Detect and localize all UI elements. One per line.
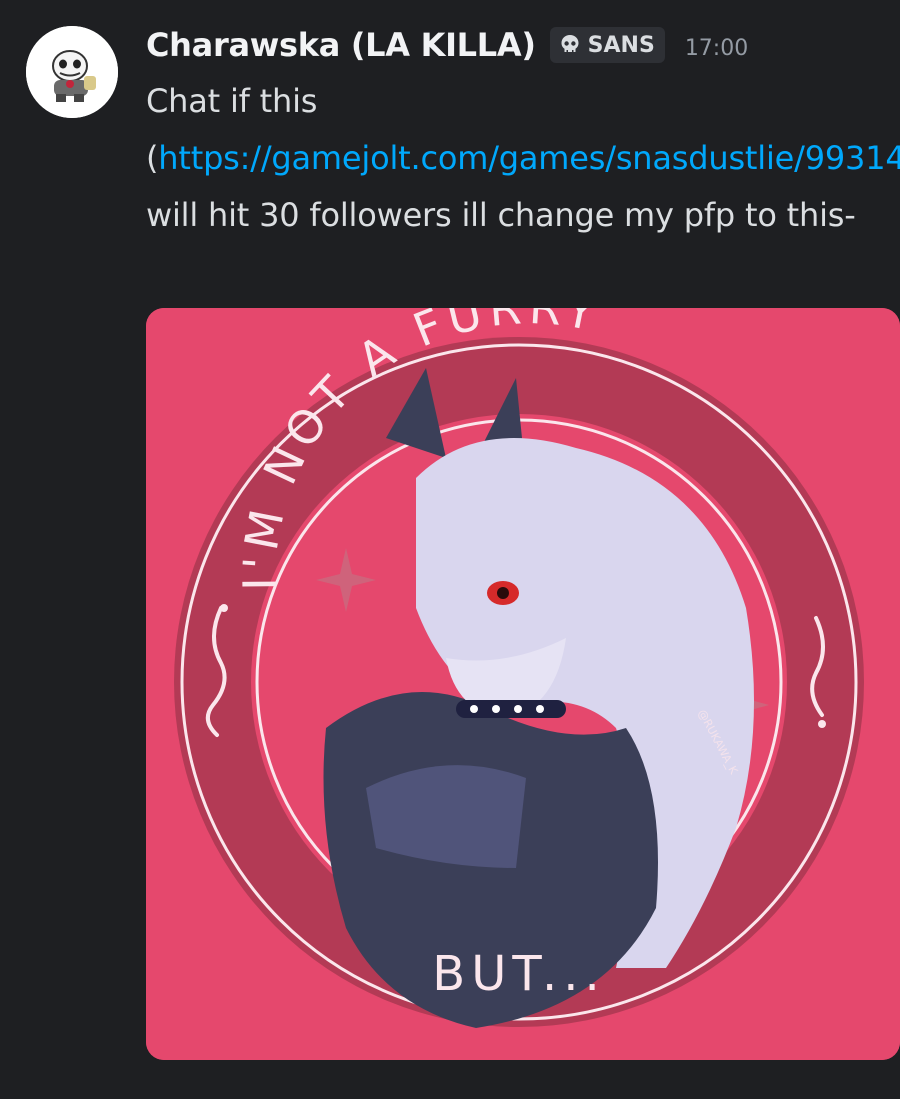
- skeleton-avatar-icon: [26, 26, 118, 118]
- game-link[interactable]: https://gamejolt.com/games/snasdustlie/9…: [158, 139, 900, 177]
- author-name[interactable]: Charawska (LA KILLA): [146, 26, 536, 64]
- message-header: Charawska (LA KILLA) SANS 17:00: [146, 22, 748, 68]
- server-tag-label: SANS: [587, 32, 655, 58]
- message-content: Chat if this (https://gamejolt.com/games…: [146, 73, 900, 244]
- ring-text-bottom: BUT...: [432, 946, 605, 1002]
- author-avatar[interactable]: [26, 26, 118, 118]
- server-tag-badge[interactable]: SANS: [549, 27, 665, 63]
- image-attachment[interactable]: I'M NOT A FURRY BUT... @RUKAWA_K: [146, 308, 900, 1060]
- furry-badge-artwork: I'M NOT A FURRY BUT... @RUKAWA_K: [146, 308, 900, 1060]
- skull-icon: [561, 35, 579, 52]
- chat-message: Charawska (LA KILLA) SANS 17:00 Chat if …: [0, 0, 900, 1099]
- message-timestamp[interactable]: 17:00: [685, 36, 748, 61]
